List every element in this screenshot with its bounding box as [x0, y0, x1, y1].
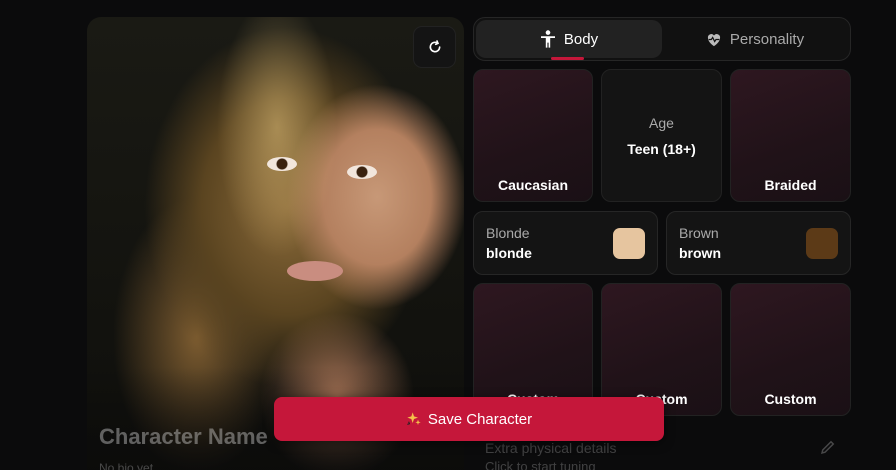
age-title: Age: [649, 114, 674, 131]
hair-style-option[interactable]: Braided: [730, 69, 851, 202]
age-value: Teen (18+): [627, 140, 696, 157]
builder-tabs: Body Personality: [473, 17, 851, 61]
ethnicity-label: Caucasian: [497, 177, 569, 193]
sparkles-icon: [407, 412, 421, 425]
refresh-icon: [429, 40, 440, 53]
person-icon: [540, 30, 555, 48]
character-name[interactable]: Character Name: [99, 424, 268, 450]
hair-color-option[interactable]: Blonde blonde: [473, 211, 658, 275]
eye-color-option[interactable]: Brown brown: [666, 211, 851, 275]
heart-pulse-icon: [707, 33, 720, 46]
portrait-hair-highlight: [207, 17, 347, 277]
character-builder: Character Name No bio yet Body Personali…: [0, 0, 896, 470]
portrait-eye-right: [347, 165, 377, 179]
active-tab-indicator: [551, 57, 584, 60]
tab-personality[interactable]: Personality: [662, 20, 848, 58]
portrait-lips: [287, 261, 343, 281]
age-option[interactable]: Age Teen (18+): [601, 69, 722, 202]
regenerate-button[interactable]: [413, 26, 456, 68]
ethnicity-option[interactable]: Caucasian: [473, 69, 593, 202]
pencil-icon: [820, 440, 835, 455]
hair-color-swatch: [613, 228, 645, 259]
extra-details-title: Extra physical details: [485, 440, 617, 456]
tab-personality-label: Personality: [729, 30, 805, 48]
custom-option-label: Custom: [764, 391, 817, 407]
portrait-eye-left: [267, 157, 297, 171]
tab-body[interactable]: Body: [476, 20, 662, 58]
save-character-button[interactable]: Save Character: [274, 397, 664, 441]
hair-style-label: Braided: [764, 177, 817, 193]
extra-details-hint: Click to start tuning: [485, 459, 596, 470]
eye-color-swatch: [806, 228, 838, 259]
save-character-label: Save Character: [427, 410, 533, 428]
custom-option-3[interactable]: Custom: [730, 283, 851, 416]
tab-body-label: Body: [563, 30, 599, 48]
character-subtitle: No bio yet: [99, 461, 154, 470]
